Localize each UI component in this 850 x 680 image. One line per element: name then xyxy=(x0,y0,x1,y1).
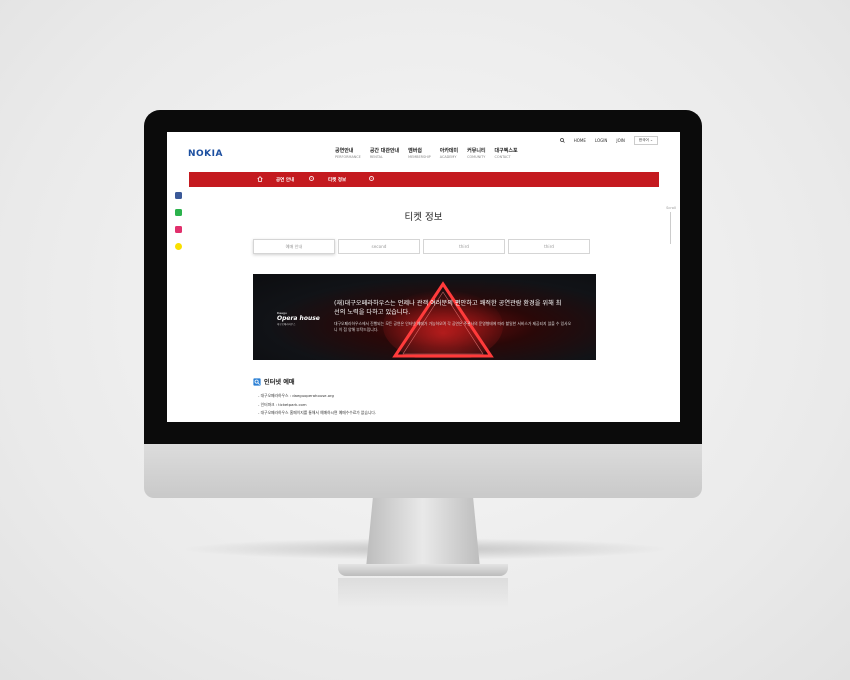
section-title-text: 인터넷 예매 xyxy=(264,379,295,386)
monitor-stand xyxy=(366,498,480,568)
join-link[interactable]: JOIN xyxy=(616,138,625,143)
info-line: - 대구오페라하우스 : daeguoperahouse.org xyxy=(258,393,334,398)
nav-sublabel: RENTAL xyxy=(369,155,383,159)
nav-membership[interactable]: 멤버쉽 MEMBERSHIP xyxy=(408,147,431,159)
section-title: 인터넷 예매 xyxy=(253,377,295,386)
language-select[interactable]: 한국어 ⌄ xyxy=(633,136,658,145)
hero-banner: Daegu Opera house 대구오페라하우스 (재)대구오페라하우스는 … xyxy=(253,274,596,360)
nav-label: 공연안내 xyxy=(335,148,354,154)
nav-contact[interactable]: 대구벡스포 CONTACT xyxy=(495,147,518,159)
site-logo[interactable]: NOKIA xyxy=(188,149,223,159)
opera-house-logo: Daegu Opera house 대구오페라하우스 xyxy=(277,311,320,326)
nav-label: 공간 대관안내 xyxy=(369,148,400,154)
facebook-icon[interactable] xyxy=(175,192,182,199)
logo-main-text: Opera house xyxy=(277,315,320,322)
language-label: 한국어 xyxy=(638,138,649,142)
search-ticket-icon xyxy=(253,377,261,386)
login-link[interactable]: LOGIN xyxy=(595,138,608,143)
nav-label: 대구벡스포 xyxy=(494,148,518,154)
info-line: - 인터파크 : ticketpark.com xyxy=(258,402,307,407)
nav-academy[interactable]: 아카데미 ACADEMY xyxy=(440,147,458,159)
chevron-down-icon[interactable]: ⌄ xyxy=(309,176,314,181)
stand-reflection xyxy=(338,578,508,608)
triangle-graphic xyxy=(383,281,503,358)
nav-sublabel: MEMBERSHIP xyxy=(408,155,431,159)
nav-community[interactable]: 커뮤니티 COMUNITY xyxy=(467,147,485,159)
chevron-down-icon[interactable]: ⌄ xyxy=(369,176,374,181)
info-line: - 대구오페라하우스 홈페이지를 통해서 예매하시면 예매수수료가 없습니다. xyxy=(258,410,377,415)
tab-bar: 예매 안내 second third third xyxy=(253,239,590,254)
nav-sublabel: CONTACT xyxy=(494,155,511,159)
tab-third[interactable]: third xyxy=(423,239,505,254)
browser-screen: NOKIA HOME LOGIN JOIN 한국어 ⌄ 공연안내 PERFORM… xyxy=(167,132,680,422)
nav-sublabel: COMUNITY xyxy=(467,155,486,159)
instagram-icon[interactable] xyxy=(175,226,182,233)
kakaotalk-icon[interactable] xyxy=(175,243,182,250)
tab-second[interactable]: second xyxy=(338,239,420,254)
nav-label: 커뮤니티 xyxy=(467,148,486,154)
banner-headline: (재)대구오페라하우스는 언제나 관객 여러분의 편안하고 쾌적한 공연관람 환… xyxy=(334,300,562,316)
breadcrumb: 공연 안내 ⌄ 티켓 정보 ⌄ xyxy=(189,172,659,187)
search-icon[interactable] xyxy=(559,138,565,143)
breadcrumb-level2[interactable]: 티켓 정보 xyxy=(328,177,346,183)
nav-sublabel: ACADEMY xyxy=(439,155,457,159)
banner-body: 대구오페라하우스에서 진행되는 모든 공연은 인터넷 예매가 가능하오며 각 공… xyxy=(334,321,572,332)
utility-nav: HOME LOGIN JOIN 한국어 ⌄ xyxy=(559,136,658,145)
nav-performance[interactable]: 공연안내 PERFORMANCE xyxy=(335,147,361,159)
nav-rental[interactable]: 공간 대관안내 RENTAL xyxy=(370,147,399,159)
breadcrumb-level1[interactable]: 공연 안내 xyxy=(276,177,294,183)
logo-sub-text: 대구오페라하우스 xyxy=(277,323,296,326)
monitor-foot xyxy=(338,564,508,576)
nav-label: 아카데미 xyxy=(439,148,459,154)
nav-label: 멤버쉽 xyxy=(408,148,422,154)
home-link[interactable]: HOME xyxy=(574,138,586,143)
tab-booking-guide[interactable]: 예매 안내 xyxy=(253,239,335,254)
page-title: 티켓 정보 xyxy=(404,212,443,223)
nav-sublabel: PERFORMANCE xyxy=(335,155,361,159)
home-icon[interactable] xyxy=(257,176,263,182)
tab-fourth[interactable]: third xyxy=(508,239,590,254)
main-nav: 공연안내 PERFORMANCE 공간 대관안내 RENTAL 멤버쉽 MEMB… xyxy=(335,147,518,159)
monitor-chin xyxy=(144,444,702,498)
